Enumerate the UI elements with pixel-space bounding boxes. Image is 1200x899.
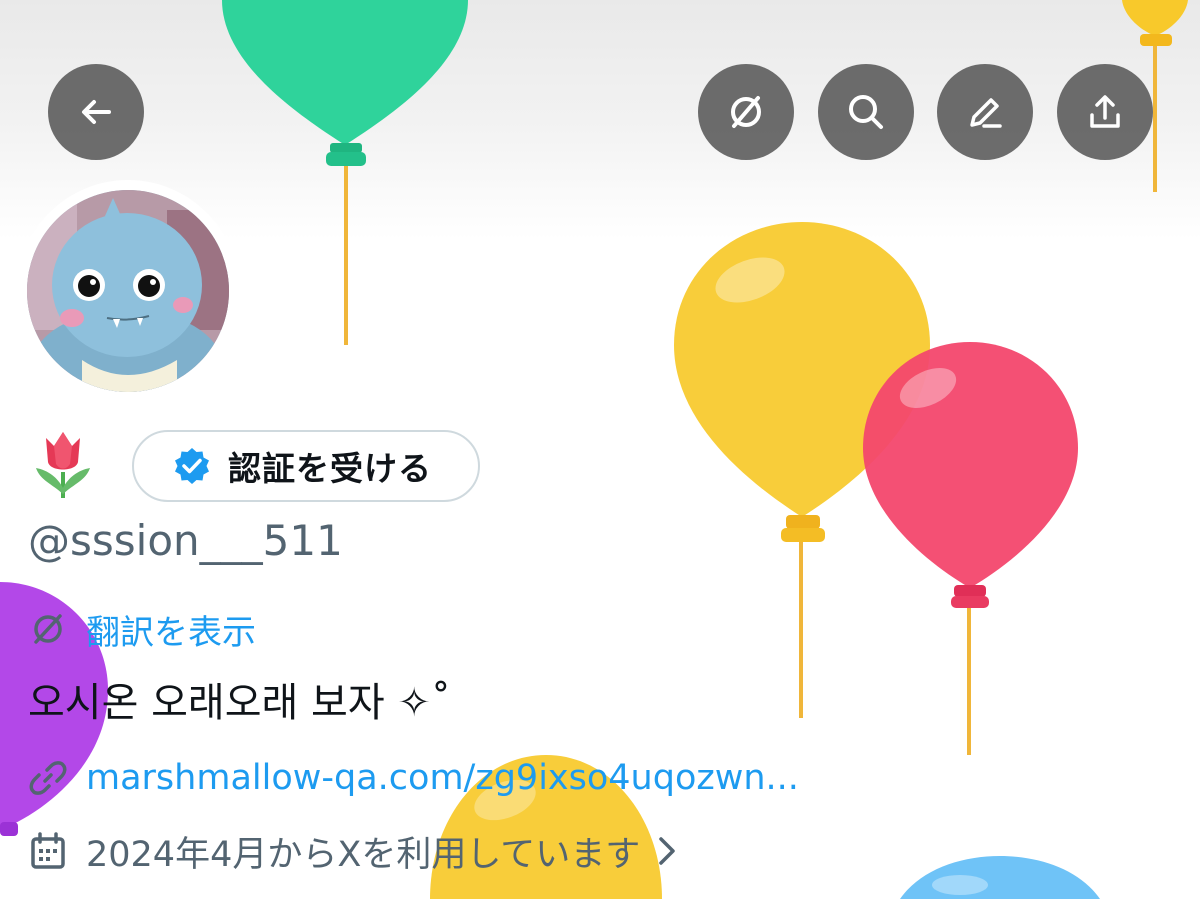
- get-verified-button[interactable]: 認証を受ける: [132, 430, 480, 502]
- share-icon: [1090, 95, 1120, 128]
- search-button[interactable]: [818, 64, 914, 160]
- share-button[interactable]: [1057, 64, 1153, 160]
- back-button[interactable]: [48, 64, 144, 160]
- search-icon: [849, 95, 883, 129]
- hide-translation-button[interactable]: [698, 64, 794, 160]
- get-verified-label: 認証を受ける: [228, 449, 432, 488]
- profile-bio: 오시온 오래오래 보자 ✧˚: [28, 680, 451, 726]
- profile-header: 認証を受ける @sssion___511 翻訳を表示 오시온 오래오래 보자 ✧…: [0, 0, 1200, 899]
- edit-icon: [970, 98, 1002, 128]
- arrow-left-icon: [82, 100, 111, 124]
- edit-button[interactable]: [937, 64, 1033, 160]
- avatar-image: [27, 190, 229, 392]
- avatar[interactable]: [17, 180, 239, 402]
- verified-badge-icon: [175, 448, 209, 484]
- user-handle: @sssion___511: [28, 516, 343, 565]
- hide-translation-icon: [34, 614, 62, 644]
- show-translation-link[interactable]: 翻訳を表示: [86, 605, 256, 654]
- translate-row: 翻訳を表示: [28, 604, 256, 654]
- calendar-icon: [31, 832, 65, 869]
- website-row: marshmallow-qa.com/zg9ixso4uqozwn...: [28, 752, 799, 804]
- website-link[interactable]: marshmallow-qa.com/zg9ixso4uqozwn...: [86, 758, 799, 798]
- blue-monster-plush-image: [27, 190, 229, 392]
- hide-translation-icon: [731, 96, 761, 128]
- link-icon: [29, 761, 67, 795]
- chevron-right-icon: [659, 837, 676, 865]
- tulip-emoji: [36, 432, 90, 498]
- joined-date-row[interactable]: 2024年4月からXを利用しています: [28, 826, 682, 876]
- joined-date-text: 2024年4月からXを利用しています: [86, 834, 641, 875]
